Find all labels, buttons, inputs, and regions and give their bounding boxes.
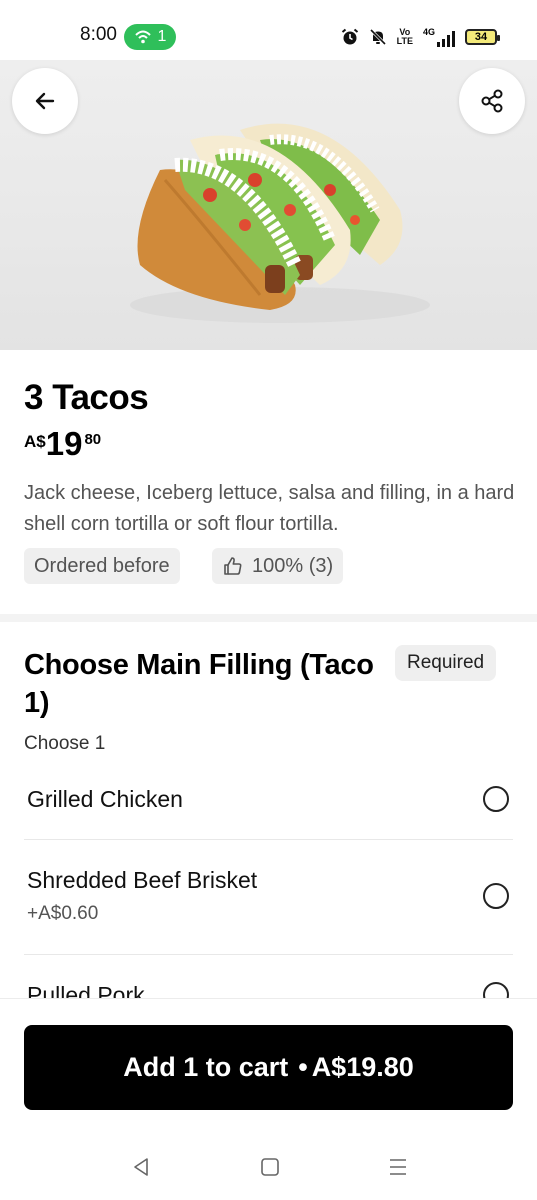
required-badge: Required: [395, 645, 497, 681]
hotspot-count: 1: [157, 28, 167, 45]
share-icon: [481, 89, 503, 113]
price-cents: 80: [84, 431, 102, 448]
cart-total: A$19.80: [311, 1052, 414, 1082]
option-grilled-chicken[interactable]: Grilled Chicken: [24, 784, 513, 840]
battery-icon: 34: [465, 29, 500, 45]
hotspot-indicator: 1: [124, 24, 176, 50]
cart-separator: •: [298, 1052, 308, 1082]
option-name: Grilled Chicken: [27, 786, 183, 812]
option-price: +A$0.60: [27, 903, 99, 924]
rating-badge: 100% (3): [212, 548, 344, 584]
back-arrow-icon: [35, 92, 55, 110]
status-time: 8:00: [80, 24, 117, 45]
hotspot-icon: [134, 30, 151, 44]
add-to-cart-button[interactable]: Add 1 to cart • A$19.80: [24, 1025, 513, 1110]
nav-back-icon[interactable]: [130, 1156, 152, 1178]
system-nav-bar: [0, 1140, 537, 1196]
product-price: A$ 19 80: [24, 426, 101, 462]
option-shredded-beef-brisket[interactable]: Shredded Beef Brisket +A$0.60: [24, 865, 513, 953]
section-title: Choose Main Filling (Taco 1): [24, 649, 374, 719]
status-icons: Vo LTE 4G 34: [341, 25, 500, 49]
alarm-icon: [341, 28, 358, 45]
thumbs-up-icon: [224, 557, 242, 575]
signal-indicator: 4G: [423, 27, 455, 47]
share-button[interactable]: [459, 68, 525, 134]
product-title: 3 Tacos: [24, 378, 149, 417]
section-subtitle: Choose 1: [24, 733, 106, 754]
radio-button[interactable]: [483, 883, 509, 909]
nav-home-icon[interactable]: [259, 1156, 281, 1178]
row-divider: [24, 839, 513, 840]
network-type: 4G: [422, 27, 435, 37]
rating-label: 100% (3): [252, 554, 334, 577]
cart-label: Add 1 to cart: [123, 1052, 289, 1082]
ordered-before-badge: Ordered before: [24, 548, 180, 584]
radio-button[interactable]: [483, 786, 509, 812]
product-image: [0, 60, 537, 350]
signal-icon: [437, 31, 455, 47]
section-divider: [0, 614, 537, 622]
volte-bottom: LTE: [396, 36, 413, 46]
row-divider: [24, 954, 513, 955]
ordered-before-label: Ordered before: [34, 554, 170, 577]
volte-indicator: Vo LTE: [397, 28, 413, 46]
status-bar: 8:00 1 Vo LTE 4G 34: [0, 0, 537, 60]
back-button[interactable]: [12, 68, 78, 134]
mute-icon: [369, 28, 386, 46]
price-currency: A$: [24, 432, 46, 451]
product-description: Jack cheese, Iceberg lettuce, salsa and …: [24, 482, 515, 535]
battery-level: 34: [474, 31, 488, 43]
tacos-illustration: [130, 123, 430, 323]
nav-menu-icon[interactable]: [387, 1156, 409, 1178]
price-whole: 19: [45, 425, 83, 462]
option-pulled-pork[interactable]: Pulled Pork: [24, 980, 513, 1000]
option-name: Shredded Beef Brisket: [27, 867, 258, 893]
